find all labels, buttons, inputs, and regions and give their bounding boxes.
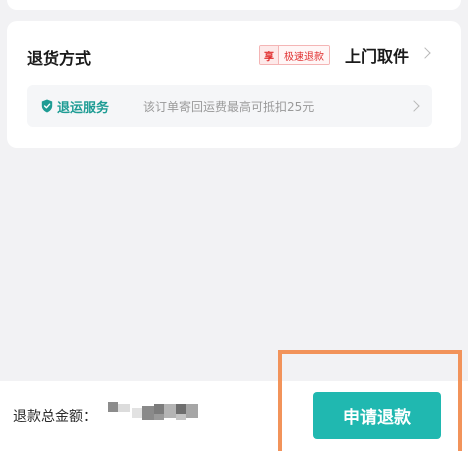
shield-icon	[41, 99, 53, 113]
return-method-card: 退货方式 享 极速退款 上门取件 退运服务 该订单寄回运费最高可抵扣25元	[7, 21, 461, 148]
return-shipping-service-row[interactable]: 退运服务 该订单寄回运费最高可抵扣25元	[27, 85, 432, 127]
previous-card	[7, 0, 461, 10]
refund-total-amount-blurred	[108, 400, 200, 424]
chevron-right-icon[interactable]	[408, 100, 420, 112]
badge-text: 极速退款	[279, 46, 329, 64]
chevron-right-icon[interactable]	[419, 47, 431, 59]
apply-refund-button[interactable]: 申请退款	[313, 392, 441, 439]
refund-total-label: 退款总金额：	[13, 409, 97, 425]
return-method-title: 退货方式	[27, 49, 92, 68]
service-description: 该订单寄回运费最高可抵扣25元	[143, 100, 315, 114]
service-label: 退运服务	[57, 101, 110, 116]
fast-refund-badge: 享 极速退款	[259, 45, 330, 65]
return-method-value[interactable]: 上门取件	[345, 43, 409, 67]
badge-tag: 享	[260, 46, 279, 64]
